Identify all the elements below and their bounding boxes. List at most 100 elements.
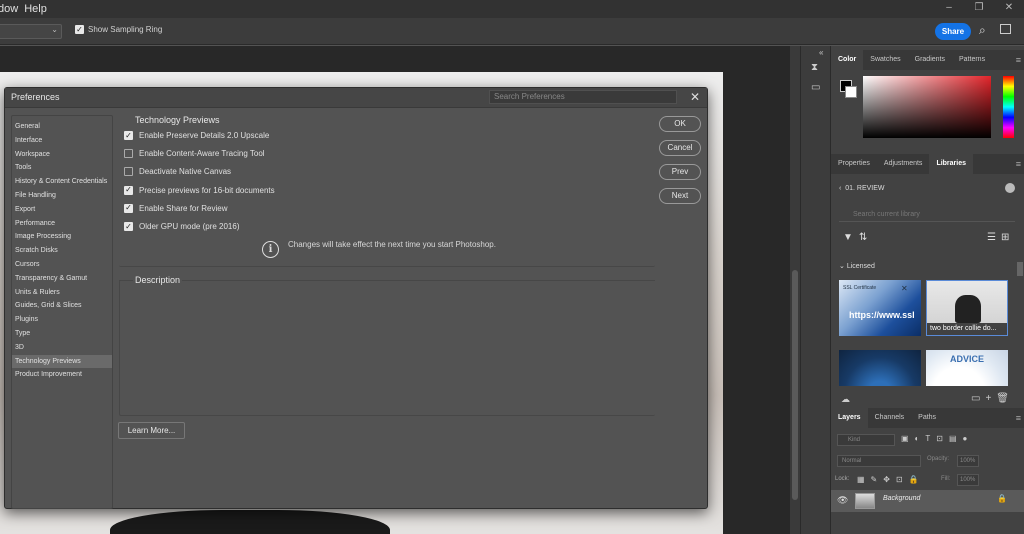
sampling-ring-checkbox[interactable]: ✓ [75, 25, 84, 34]
nav-item[interactable]: File Handling [12, 189, 112, 202]
nav-item[interactable]: Product Improvement [12, 368, 112, 381]
panel-menu-icon[interactable]: ≡ [1016, 159, 1021, 169]
nav-item[interactable]: Technology Previews [12, 354, 112, 368]
nav-item[interactable]: 3D [12, 341, 112, 354]
nav-item[interactable]: Plugins [12, 313, 112, 326]
option-label: Enable Content-Aware Tracing Tool [139, 149, 265, 159]
option-checkbox[interactable]: ✓ [124, 222, 133, 231]
nav-item[interactable]: Export [12, 203, 112, 216]
nav-item[interactable]: Units & Rulers [12, 286, 112, 299]
nav-item[interactable]: Guides, Grid & Slices [12, 299, 112, 312]
tab-swatches[interactable]: Swatches [863, 50, 907, 70]
sample-size-dropdown[interactable]: ⌄ [0, 24, 62, 39]
tab-layers[interactable]: Layers [831, 408, 868, 428]
option-label: Older GPU mode (pre 2016) [139, 222, 240, 231]
library-action-icons[interactable]: ▭+🗑 [971, 393, 1014, 404]
option-row[interactable]: ✓ Enable Share for Review [124, 203, 228, 213]
menu-bar: dow Help – ❐ ✕ [0, 0, 1024, 18]
option-row[interactable]: ✓ Older GPU mode (pre 2016) [124, 222, 240, 231]
option-checkbox[interactable]: ✓ [124, 131, 133, 140]
cloud-icon[interactable]: ☁ [841, 394, 850, 405]
option-checkbox[interactable]: ✓ [124, 185, 133, 195]
collapse-icon[interactable]: « [819, 48, 823, 57]
minimize-icon[interactable]: – [934, 0, 964, 18]
nav-item[interactable]: Performance [12, 217, 112, 230]
nav-item[interactable]: Tools [12, 161, 112, 174]
scrollbar-thumb[interactable] [792, 270, 798, 500]
close-icon[interactable]: ✕ [994, 0, 1024, 18]
user-icon[interactable] [1005, 183, 1015, 193]
nav-item[interactable]: Transparency & Gamut [12, 272, 112, 285]
library-item-advice[interactable]: ADVICE [926, 350, 1008, 386]
share-button[interactable]: Share [935, 23, 971, 40]
ok-button[interactable]: OK [659, 116, 701, 132]
nav-item[interactable]: Type [12, 327, 112, 340]
option-checkbox[interactable] [124, 149, 133, 159]
tab-properties[interactable]: Properties [831, 154, 877, 174]
licensed-section-header[interactable]: ⌄ Licensed [839, 262, 875, 270]
search-icon[interactable]: ⌕ [979, 23, 986, 38]
option-row[interactable]: ✓ Enable Preserve Details 2.0 Upscale [124, 131, 269, 140]
right-panels: Color Swatches Gradients Patterns ≡ Prop… [830, 46, 1024, 534]
nav-item[interactable]: Image Processing [12, 230, 112, 243]
workspace-icon[interactable] [1000, 24, 1011, 34]
close-icon: ✕ [901, 284, 908, 293]
nav-item[interactable]: Interface [12, 134, 112, 147]
sampling-ring-option[interactable]: ✓ Show Sampling Ring [75, 25, 162, 34]
option-checkbox[interactable]: ✓ [124, 203, 133, 213]
menu-help[interactable]: Help [18, 3, 47, 15]
library-item-dog[interactable]: two border collie do... [926, 280, 1008, 336]
library-item-ssl[interactable]: SSL Certificate ✕ https://www.ssl [839, 280, 921, 336]
nav-item[interactable]: History & Content Credentials [12, 175, 112, 188]
background-color-swatch[interactable] [845, 86, 857, 98]
nav-item[interactable]: Scratch Disks [12, 244, 112, 257]
nav-item[interactable]: General [12, 120, 112, 133]
close-icon[interactable]: ✕ [690, 90, 700, 104]
tab-patterns[interactable]: Patterns [952, 50, 992, 70]
restore-icon[interactable]: ❐ [964, 0, 994, 18]
nav-item[interactable]: Workspace [12, 148, 112, 161]
option-row[interactable]: Deactivate Native Canvas [124, 167, 231, 177]
nav-item[interactable]: Cursors [12, 258, 112, 271]
opacity-input[interactable]: 100% [957, 455, 979, 467]
color-picker-field[interactable] [863, 76, 991, 138]
tab-gradients[interactable]: Gradients [908, 50, 952, 70]
tab-libraries[interactable]: Libraries [929, 154, 974, 174]
tab-paths[interactable]: Paths [911, 408, 943, 428]
hue-slider[interactable] [1003, 76, 1014, 138]
layer-row[interactable]: 👁 Background 🔒 [831, 490, 1024, 512]
library-item-solution[interactable] [839, 350, 921, 386]
tab-color[interactable]: Color [831, 50, 864, 70]
scrollbar-thumb[interactable] [1017, 262, 1023, 276]
panel-menu-icon[interactable]: ≡ [1016, 413, 1021, 423]
comment-icon[interactable]: ▭ [811, 82, 820, 93]
panel-dock-strip: « ⧗ ▭ [800, 46, 830, 534]
panel-menu-icon[interactable]: ≡ [1016, 55, 1021, 65]
library-search-input[interactable]: Search current library [839, 207, 1015, 222]
lock-icons[interactable]: ▦✎✥⊡🔒 [857, 475, 925, 484]
thumb-caption: two border collie do... [927, 323, 1007, 335]
canvas-scrollbar[interactable] [790, 46, 800, 534]
layer-filter-icons[interactable]: ▣◐T⊡▤● [901, 434, 973, 443]
library-back-button[interactable]: ‹ 01. REVIEW [839, 185, 885, 192]
library-filter-sort-icons[interactable]: ▼⇅ [843, 232, 873, 243]
eye-icon[interactable]: 👁 [837, 495, 848, 506]
next-button[interactable]: Next [659, 188, 701, 204]
learn-more-button[interactable]: Learn More... [118, 422, 185, 439]
option-row[interactable]: Enable Content-Aware Tracing Tool [124, 149, 265, 159]
tab-adjustments[interactable]: Adjustments [877, 154, 930, 174]
prev-button[interactable]: Prev [659, 164, 701, 180]
tab-channels[interactable]: Channels [868, 408, 912, 428]
cancel-button[interactable]: Cancel [659, 140, 701, 156]
layer-filter-dropdown[interactable]: Kind [837, 434, 895, 446]
option-checkbox[interactable] [124, 167, 133, 177]
fill-input[interactable]: 100% [957, 474, 979, 486]
library-view-icons[interactable]: ☰⊞ [987, 232, 1014, 243]
library-scrollbar[interactable] [1017, 262, 1023, 392]
preferences-search-input[interactable]: Search Preferences [489, 90, 677, 104]
preferences-dialog: Preferences Search Preferences ✕ General… [4, 87, 708, 509]
history-icon[interactable]: ⧗ [811, 62, 818, 73]
menu-window[interactable]: dow [0, 3, 18, 15]
blend-mode-dropdown[interactable]: Normal [837, 455, 921, 467]
option-row[interactable]: ✓ Precise previews for 16-bit documents [124, 185, 275, 195]
